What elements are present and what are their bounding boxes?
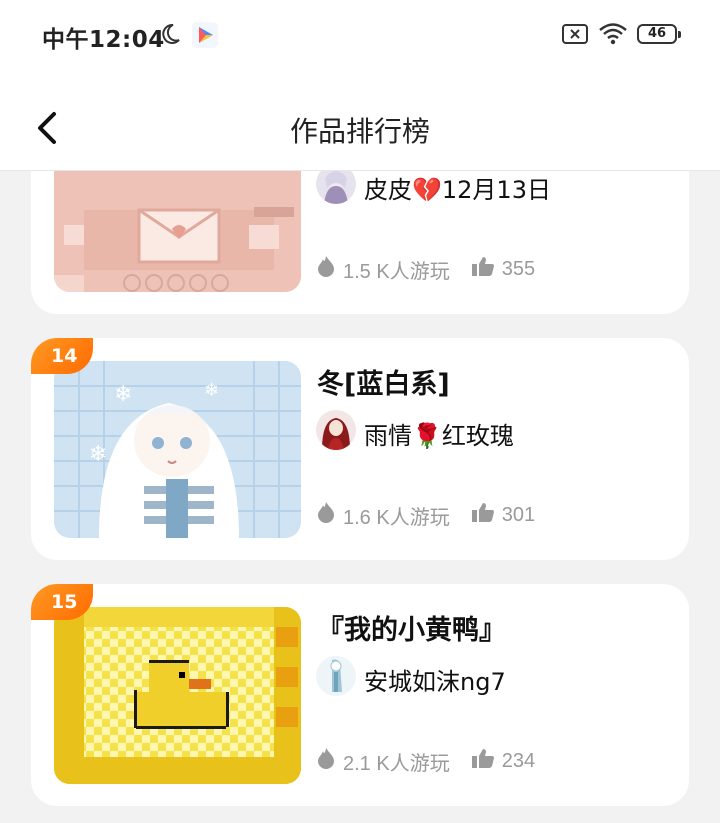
like-count: 301 [501, 503, 536, 526]
svg-text:❄: ❄ [114, 382, 132, 407]
play-count: 1.5 K人游玩 [343, 260, 450, 283]
work-stats: 1.5 K人游玩 355 [317, 254, 535, 284]
flame-icon [317, 255, 335, 283]
app-icon [192, 22, 218, 48]
work-thumbnail[interactable]: ❄ ❄ ❄ [54, 361, 301, 538]
like-count: 355 [501, 257, 536, 280]
work-stats: 1.6 K人游玩 301 [317, 500, 535, 530]
battery-icon: 46 [637, 24, 681, 44]
moon-icon [158, 22, 182, 50]
author-name[interactable]: 雨情🌹红玫瑰 [364, 416, 514, 451]
svg-text:❄: ❄ [204, 380, 219, 401]
list-item[interactable]: 14 ❄ ❄ ❄ 冬[蓝白系] 雨情🌹红玫瑰 1.6 K人游玩 301 [31, 338, 689, 560]
status-bar: 中午12:04 46 [0, 0, 720, 70]
thumbs-up-icon [471, 256, 494, 282]
wifi-icon [598, 22, 628, 50]
page-title: 作品排行榜 [289, 115, 430, 148]
page-header: 作品排行榜 [0, 70, 720, 171]
work-thumbnail[interactable] [54, 607, 301, 784]
status-time: 中午12:04 [42, 27, 165, 53]
thumbs-up-icon [471, 748, 494, 774]
author-name[interactable]: 皮皮💔12月13日 [364, 170, 551, 205]
list-item[interactable]: 15 『我的小黄鸭』 安城如沫ng7 2.1 K人游玩 234 [31, 584, 689, 806]
sim-off-icon [562, 24, 588, 48]
like-count: 234 [501, 749, 536, 772]
svg-text:❄: ❄ [89, 442, 107, 467]
work-title[interactable]: 冬[蓝白系] [317, 362, 450, 401]
thumbs-up-icon [471, 502, 494, 528]
play-count: 1.6 K人游玩 [343, 506, 450, 529]
author-avatar[interactable] [316, 410, 356, 450]
play-count: 2.1 K人游玩 [343, 752, 450, 775]
author-avatar[interactable] [316, 656, 356, 696]
work-title[interactable]: 『我的小黄鸭』 [317, 608, 506, 647]
author-name[interactable]: 安城如沫ng7 [364, 662, 506, 697]
flame-icon [317, 747, 335, 775]
work-stats: 2.1 K人游玩 234 [317, 746, 535, 776]
flame-icon [317, 501, 335, 529]
